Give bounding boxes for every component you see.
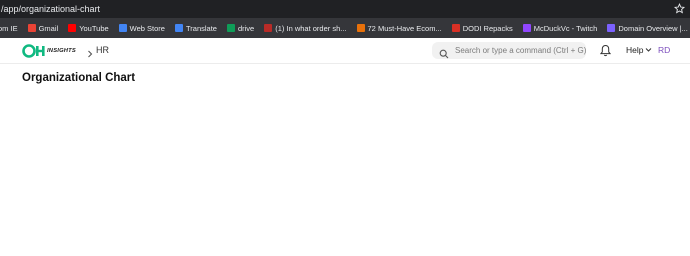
chevron-down-icon: [646, 48, 652, 52]
notification-bell-icon[interactable]: [599, 44, 612, 57]
dodi-icon: [451, 24, 460, 32]
insights-logo[interactable]: INSIGHTS: [22, 43, 76, 59]
breadcrumb-hr[interactable]: HR: [96, 45, 109, 55]
logo-text: INSIGHTS: [47, 48, 76, 54]
logo-mark-icon: [22, 44, 45, 58]
search-bar[interactable]: Search or type a command (Ctrl + G): [432, 42, 586, 59]
bookmark-item[interactable]: Gmail: [27, 23, 59, 33]
bookmark-item[interactable]: YouTube: [68, 23, 109, 33]
bookmark-item[interactable]: om IE: [0, 24, 18, 33]
help-menu[interactable]: Help: [626, 45, 652, 55]
search-icon: [439, 46, 449, 58]
bookmark-label: (1) In what order sh...: [275, 23, 347, 33]
bookmark-item[interactable]: 72 Must-Have Ecom...: [356, 23, 442, 33]
bookmark-star-icon[interactable]: [673, 2, 686, 15]
bookmark-label: 72 Must-Have Ecom...: [367, 23, 442, 33]
bookmark-item[interactable]: Domain Overview |...: [607, 23, 688, 33]
bookmark-label: YouTube: [79, 23, 109, 33]
page-title: Organizational Chart: [22, 72, 136, 84]
bookmark-label: Domain Overview |...: [618, 23, 688, 33]
bookmarks-bar: om IE Gmail YouTube Web Store Translate drive…: [0, 18, 690, 38]
chevron-right-icon: [86, 46, 94, 58]
twitch-icon: [522, 24, 531, 32]
help-label: Help: [626, 45, 644, 55]
drive-icon: [226, 24, 235, 32]
gmail-icon: [27, 24, 36, 32]
bookmark-label: DODI Repacks: [462, 23, 513, 33]
bookmark-item[interactable]: DODI Repacks: [451, 23, 513, 33]
translate-icon: [174, 24, 183, 32]
youtube-icon: [68, 24, 77, 32]
bookmark-item[interactable]: Translate: [174, 23, 217, 33]
bookmark-item[interactable]: Web Store: [118, 23, 165, 33]
bookmark-label: Gmail: [38, 23, 59, 33]
bookmark-label: Web Store: [129, 23, 165, 33]
bookmark-label: Translate: [185, 23, 217, 33]
semrush-icon: [607, 24, 616, 32]
address-url[interactable]: /app/organizational-chart: [0, 4, 100, 14]
bookmark-label: drive: [237, 23, 255, 33]
quora-icon: [264, 24, 273, 32]
page-icon: [356, 24, 365, 32]
app-header: INSIGHTS HR Search or type a command (Ct…: [0, 38, 690, 64]
bookmark-item[interactable]: McDuckVc - Twitch: [522, 23, 598, 33]
bookmark-label: om IE: [0, 23, 18, 33]
bookmark-item[interactable]: (1) In what order sh...: [264, 23, 347, 33]
bookmark-label: McDuckVc - Twitch: [533, 23, 598, 33]
search-input[interactable]: Search or type a command (Ctrl + G): [455, 46, 586, 55]
bookmark-item[interactable]: drive: [226, 23, 255, 33]
avatar[interactable]: RD: [658, 45, 670, 55]
web-store-icon: [118, 24, 127, 32]
browser-address-bar[interactable]: /app/organizational-chart: [0, 0, 690, 18]
